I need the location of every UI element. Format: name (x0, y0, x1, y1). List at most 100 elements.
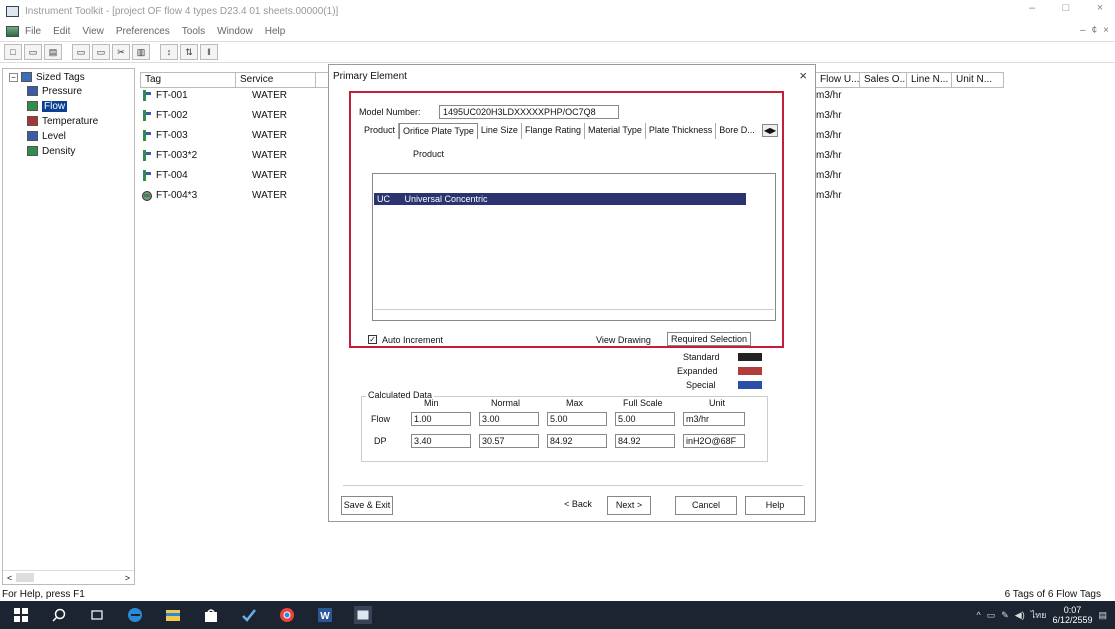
auto-increment-checkbox[interactable]: ✓ (368, 335, 377, 344)
dp-max-field[interactable]: 84.92 (547, 434, 607, 448)
table-row[interactable]: FT-003*2 WATER m3/hr (140, 146, 842, 164)
tag-open-icon[interactable]: ▭ (72, 44, 90, 60)
collapse-icon[interactable]: − (9, 72, 18, 82)
tree-item-pressure[interactable]: Pressure (27, 84, 82, 98)
filter-icon[interactable]: ⇅ (180, 44, 198, 60)
table-row[interactable]: FT-003 WATER m3/hr (140, 126, 842, 144)
scroll-left-icon[interactable]: < (7, 573, 12, 583)
tab-scroll-arrows[interactable]: ◀▶ (762, 124, 778, 137)
table-row[interactable]: FT-002 WATER m3/hr (140, 106, 842, 124)
cut-icon[interactable]: ✂ (112, 44, 130, 60)
network-icon[interactable]: ▭ (987, 610, 996, 621)
column-header-sales-order[interactable]: Sales O... (860, 72, 907, 88)
tree-item-flow[interactable]: Flow (27, 99, 68, 113)
full-scale-header: Full Scale (623, 398, 663, 408)
view-drawing-link[interactable]: View Drawing (596, 335, 651, 345)
tree-item-level[interactable]: Level (27, 129, 66, 143)
dp-full-scale-field[interactable]: 84.92 (615, 434, 675, 448)
word-icon[interactable]: W (316, 606, 334, 624)
flow-max-field[interactable]: 5.00 (547, 412, 607, 426)
app-check-icon[interactable] (240, 606, 258, 624)
tree-item-temperature[interactable]: Temperature (27, 114, 98, 128)
column-header-unit-number[interactable]: Unit N... (952, 72, 1004, 88)
model-number-field[interactable]: 1495UC020H3LDXXXXXPHP/OC7Q8 (439, 105, 619, 119)
table-row[interactable]: FT-004 WATER m3/hr (140, 166, 842, 184)
cancel-button[interactable]: Cancel (675, 496, 737, 515)
task-view-icon[interactable] (88, 606, 106, 624)
instrument-toolkit-taskbar-icon[interactable] (354, 606, 372, 624)
sort-icon[interactable]: ↕ (160, 44, 178, 60)
menu-edit[interactable]: Edit (53, 26, 70, 37)
file-explorer-icon[interactable] (164, 606, 182, 624)
scroll-right-icon[interactable]: > (125, 573, 130, 583)
search-icon[interactable] (50, 606, 68, 624)
next-button[interactable]: Next > (607, 496, 651, 515)
tab-material-type[interactable]: Material Type (585, 123, 646, 139)
flow-min-field[interactable]: 1.00 (411, 412, 471, 426)
menu-window[interactable]: Window (217, 26, 253, 37)
clock-time: 0:07 (1063, 605, 1082, 615)
tree-item-density[interactable]: Density (27, 144, 75, 158)
listbox-hscrollbar[interactable] (374, 309, 774, 319)
tree-hscrollbar[interactable]: < > (3, 570, 134, 584)
tab-plate-thickness[interactable]: Plate Thickness (646, 123, 717, 139)
list-item[interactable]: UC Universal Concentric (374, 193, 746, 205)
column-header-line-number[interactable]: Line N... (907, 72, 952, 88)
dp-normal-field[interactable]: 30.57 (479, 434, 539, 448)
menu-file[interactable]: File (25, 26, 41, 37)
help-button[interactable]: Help (745, 496, 805, 515)
volume-icon[interactable]: ◀) (1015, 610, 1025, 621)
tab-line-size[interactable]: Line Size (478, 123, 522, 139)
legend-standard-label: Standard (683, 352, 720, 362)
column-header-flow-unit[interactable]: Flow U... (816, 72, 860, 88)
flow-normal-field[interactable]: 3.00 (479, 412, 539, 426)
tab-flange-rating[interactable]: Flange Rating (522, 123, 585, 139)
service-cell: WATER (252, 149, 287, 161)
close-button[interactable]: × (1093, 2, 1107, 14)
print-icon[interactable]: ▤ (44, 44, 62, 60)
table-row[interactable]: FT-004*3 WATER m3/hr (140, 186, 842, 204)
minimize-button[interactable]: – (1025, 2, 1039, 14)
product-listbox[interactable]: UC Universal Concentric (372, 173, 776, 321)
menu-tools[interactable]: Tools (182, 26, 205, 37)
windows-start-icon[interactable] (12, 606, 30, 624)
mdi-minimize-button[interactable]: – (1080, 25, 1086, 36)
app-window: Instrument Toolkit - [project OF flow 4 … (0, 0, 1115, 629)
new-file-icon[interactable]: □ (4, 44, 22, 60)
tray-chevron-icon[interactable]: ^ (976, 610, 980, 620)
tag-cell: FT-001 (156, 89, 188, 101)
notifications-icon[interactable]: ▤ (1098, 610, 1107, 621)
edge-browser-icon[interactable] (126, 606, 144, 624)
product-column-header: Product (413, 149, 445, 159)
menu-help[interactable]: Help (265, 26, 286, 37)
meter-tag-icon (142, 190, 152, 201)
flow-unit-field[interactable]: m3/hr (683, 412, 745, 426)
flow-full-scale-field[interactable]: 5.00 (615, 412, 675, 426)
chrome-icon[interactable] (278, 606, 296, 624)
menu-view[interactable]: View (82, 26, 104, 37)
pen-icon[interactable]: ✎ (1001, 610, 1009, 621)
dp-min-field[interactable]: 3.40 (411, 434, 471, 448)
open-file-icon[interactable]: ▭ (24, 44, 42, 60)
store-icon[interactable] (202, 606, 220, 624)
back-button[interactable]: < Back (558, 496, 598, 515)
clock[interactable]: 0:07 6/12/2559 (1052, 605, 1092, 625)
tab-product[interactable]: Product (361, 123, 400, 139)
tab-orifice-plate-type[interactable]: Orifice Plate Type (399, 123, 478, 139)
paste-icon[interactable]: ▥ (132, 44, 150, 60)
save-exit-button[interactable]: Save & Exit (341, 496, 393, 515)
scroll-thumb[interactable] (16, 573, 35, 582)
columns-icon[interactable]: ‖ (200, 44, 218, 60)
dialog-close-button[interactable]: × (799, 68, 807, 83)
tree-root[interactable]: − Sized Tags (9, 70, 85, 84)
tag-edit-icon[interactable]: ▭ (92, 44, 110, 60)
table-row[interactable]: FT-001 WATER m3/hr (140, 86, 842, 104)
maximize-button[interactable]: □ (1059, 2, 1073, 14)
document-icon[interactable] (6, 25, 19, 37)
dp-unit-field[interactable]: inH2O@68F (683, 434, 745, 448)
language-indicator[interactable]: ไทย (1031, 608, 1047, 622)
menu-preferences[interactable]: Preferences (116, 26, 170, 37)
tab-bore-diameter[interactable]: Bore D... (716, 123, 758, 139)
mdi-restore-button[interactable]: ¢ (1092, 25, 1098, 36)
mdi-close-button[interactable]: × (1103, 25, 1109, 36)
